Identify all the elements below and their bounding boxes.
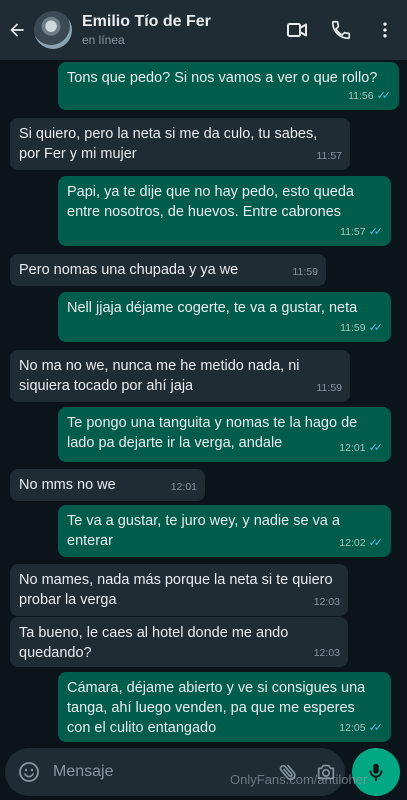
back-button[interactable] bbox=[2, 0, 32, 60]
microphone-icon bbox=[369, 763, 383, 782]
arrow-left-icon bbox=[10, 23, 24, 37]
read-ticks-icon: ✓✓ bbox=[368, 226, 384, 238]
message-time: 12:01 bbox=[339, 442, 366, 454]
video-call-button[interactable] bbox=[275, 0, 319, 60]
message-incoming[interactable]: No mames, nada más porque la neta si te … bbox=[10, 564, 348, 616]
message-incoming[interactable]: Pero nomas una chupada y ya we 11:59 bbox=[10, 254, 326, 286]
phone-icon bbox=[331, 20, 351, 40]
emoji-button[interactable] bbox=[9, 760, 49, 784]
message-incoming[interactable]: Si quiero, pero la neta si me da culo, t… bbox=[10, 118, 350, 170]
message-text: Ta bueno, le caes al hotel donde me ando… bbox=[19, 625, 289, 661]
message-incoming[interactable]: No ma no we, nunca me he metido nada, ni… bbox=[10, 350, 350, 402]
chat-header: Emilio Tío de Fer en línea bbox=[0, 0, 407, 60]
message-time: 11:57 bbox=[340, 226, 366, 238]
message-time: 11:59 bbox=[340, 322, 366, 334]
message-list[interactable]: Tons que pedo? Si nos vamos a ver o que … bbox=[0, 60, 407, 742]
emoji-icon bbox=[19, 762, 39, 782]
message-time: 12:03 bbox=[313, 596, 340, 608]
read-ticks-icon: ✓✓ bbox=[376, 90, 392, 102]
message-incoming[interactable]: Ta bueno, le caes al hotel donde me ando… bbox=[10, 617, 348, 667]
message-text: No mms no we bbox=[19, 477, 116, 493]
message-time: 11:57 bbox=[316, 150, 343, 162]
read-ticks-icon: ✓✓ bbox=[368, 322, 384, 334]
message-meta: 12:02 ✓✓ bbox=[339, 533, 383, 553]
message-meta: 12:01 ✓✓ bbox=[339, 438, 383, 458]
message-outgoing[interactable]: Te pongo una tanguita y nomas te la hago… bbox=[58, 407, 391, 462]
message-outgoing[interactable]: Nell jjaja déjame cogerte, te va a gusta… bbox=[58, 292, 391, 342]
contact-name: Emilio Tío de Fer bbox=[82, 13, 211, 30]
message-text: No mames, nada más porque la neta si te … bbox=[19, 572, 333, 608]
message-incoming[interactable]: No mms no we 12:01 bbox=[10, 469, 205, 501]
message-text: Cámara, déjame abierto y ve si consigues… bbox=[67, 680, 366, 736]
read-ticks-icon: ✓✓ bbox=[368, 442, 384, 454]
message-meta: 12:05 ✓✓ bbox=[339, 718, 383, 738]
message-text: Te va a gustar, te juro wey, y nadie se … bbox=[67, 513, 340, 549]
more-vertical-icon bbox=[383, 22, 387, 38]
message-meta: 12:03 bbox=[314, 643, 340, 663]
message-text: Tons que pedo? Si nos vamos a ver o que … bbox=[67, 70, 378, 86]
watermark: OnlyFans.com/antiloher bbox=[230, 772, 368, 787]
message-text: No ma no we, nunca me he metido nada, ni… bbox=[19, 358, 300, 394]
message-time: 12:02 bbox=[339, 537, 366, 549]
voice-call-button[interactable] bbox=[319, 0, 363, 60]
message-time: 11:56 bbox=[348, 90, 374, 102]
message-meta: 12:03 bbox=[314, 592, 340, 612]
message-meta: 11:59 bbox=[293, 262, 319, 282]
contact-status: en línea bbox=[82, 33, 125, 47]
message-meta: 11:59 ✓✓ bbox=[340, 318, 383, 338]
avatar[interactable] bbox=[34, 11, 72, 49]
message-outgoing[interactable]: Te va a gustar, te juro wey, y nadie se … bbox=[58, 505, 391, 557]
read-ticks-icon: ✓✓ bbox=[368, 722, 384, 734]
read-ticks-icon: ✓✓ bbox=[368, 537, 384, 549]
message-text: Nell jjaja déjame cogerte, te va a gusta… bbox=[67, 300, 358, 316]
message-text: Si quiero, pero la neta si me da culo, t… bbox=[19, 126, 318, 162]
message-time: 12:01 bbox=[170, 481, 197, 493]
message-meta: 11:57 bbox=[317, 146, 343, 166]
message-outgoing[interactable]: Cámara, déjame abierto y ve si consigues… bbox=[58, 672, 391, 742]
message-text: Te pongo una tanguita y nomas te la hago… bbox=[67, 415, 358, 451]
message-outgoing[interactable]: Tons que pedo? Si nos vamos a ver o que … bbox=[58, 62, 399, 110]
message-text: Pero nomas una chupada y ya we bbox=[19, 262, 239, 278]
video-camera-icon bbox=[287, 23, 307, 37]
message-meta: 11:59 bbox=[317, 378, 343, 398]
contact-info[interactable]: Emilio Tío de Fer en línea bbox=[82, 12, 275, 48]
message-meta: 11:57 ✓✓ bbox=[340, 222, 383, 242]
message-time: 11:59 bbox=[292, 266, 319, 278]
message-outgoing[interactable]: Papi, ya te dije que no hay pedo, esto q… bbox=[58, 176, 391, 246]
message-meta: 12:01 bbox=[171, 477, 197, 497]
message-time: 12:03 bbox=[313, 647, 340, 659]
message-time: 11:59 bbox=[316, 382, 343, 394]
more-options-button[interactable] bbox=[363, 0, 407, 60]
message-meta: 11:56 ✓✓ bbox=[348, 86, 391, 106]
message-text: Papi, ya te dije que no hay pedo, esto q… bbox=[67, 184, 354, 220]
message-time: 12:05 bbox=[339, 722, 366, 734]
